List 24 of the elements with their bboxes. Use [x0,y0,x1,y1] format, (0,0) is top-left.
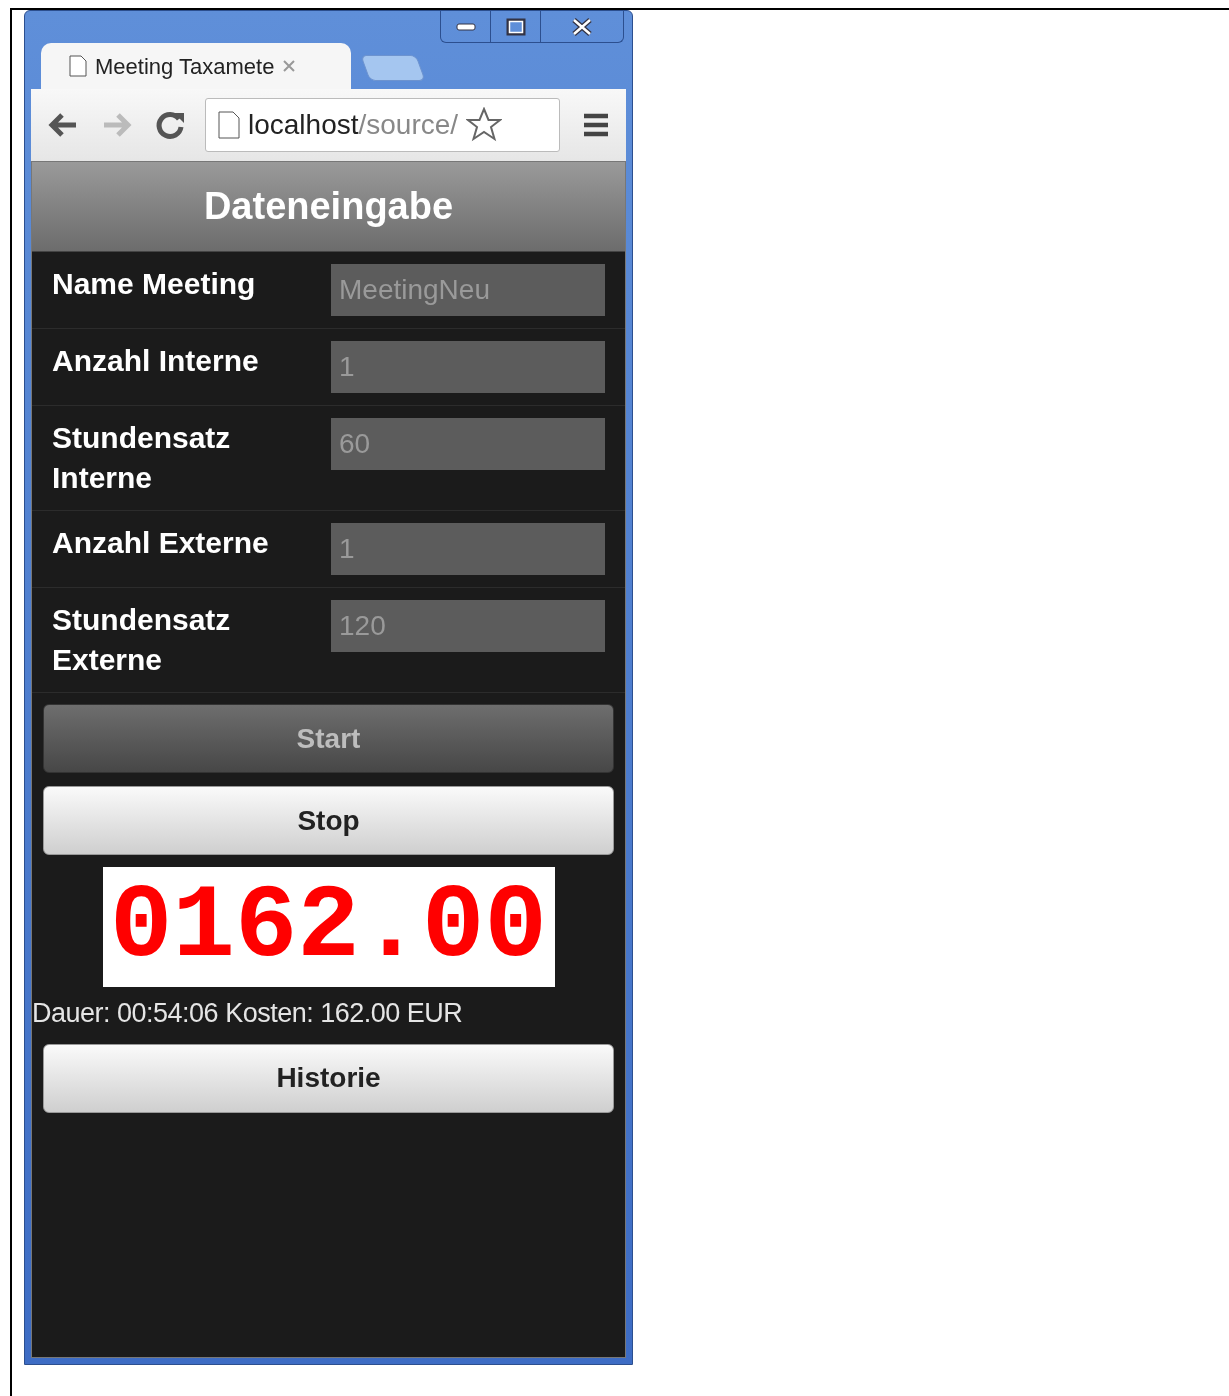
back-icon[interactable] [47,111,79,139]
page-icon [69,55,87,77]
minimize-icon [455,22,476,31]
field-label: Anzahl Externe [52,525,270,561]
browser-tab[interactable]: Meeting Taxamete [41,43,351,89]
tab-title: Meeting Taxamete [95,52,275,81]
reload-icon[interactable] [155,109,187,141]
summary-text: Dauer: 00:54:06 Kosten: 162.00 EUR [32,997,464,1030]
field-label: Anzahl Interne [52,343,260,379]
close-icon [571,17,593,36]
page-icon [218,111,240,139]
field-label: Stundensatz Externe [52,602,232,678]
maximize-icon [505,17,526,36]
field-label: Stundensatz Interne [52,420,232,496]
field-label: Name Meeting [52,266,257,302]
page-title: Dateneingabe [203,184,454,229]
address-bar[interactable]: localhost/source/ [205,98,560,152]
close-icon[interactable] [282,59,297,73]
digital-readout: 0162.00 [110,872,547,982]
action-button[interactable]: Historie [43,1043,614,1113]
star-icon[interactable] [466,107,503,143]
action-button[interactable]: Stop [43,786,614,855]
url-text: localhost/source/ [248,108,459,142]
menu-icon[interactable] [582,112,610,138]
